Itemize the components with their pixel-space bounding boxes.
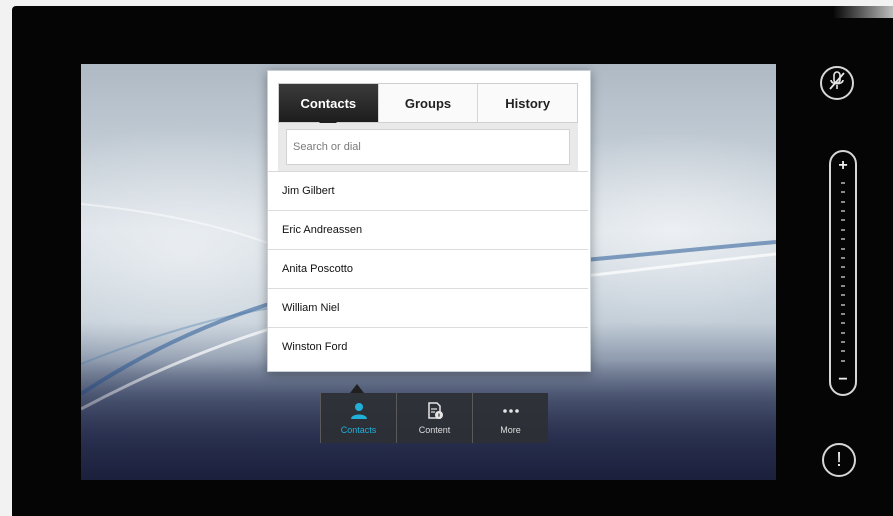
contact-list[interactable]: Jim Gilbert Eric Andreassen Anita Poscot… — [268, 171, 588, 362]
tab-groups[interactable]: Groups — [377, 84, 478, 122]
bottom-toolbar: Contacts Content More — [320, 384, 548, 443]
toolbar-pointer — [350, 384, 364, 393]
screen: Contacts Groups History Jim Gilbert Er — [81, 64, 776, 480]
more-dots-icon — [502, 402, 520, 420]
microphone-muted-icon — [828, 70, 846, 96]
contact-name: Winston Ford — [282, 341, 348, 353]
document-info-icon — [426, 401, 444, 420]
tab-contacts[interactable]: Contacts — [279, 84, 378, 131]
contact-name: Anita Poscotto — [282, 263, 353, 275]
contacts-panel: Contacts Groups History Jim Gilbert Er — [267, 70, 591, 372]
volume-slider[interactable]: + − — [829, 150, 857, 396]
volume-down-icon[interactable]: − — [831, 372, 855, 388]
volume-level-ticks — [841, 182, 845, 362]
contacts-button[interactable]: Contacts — [320, 393, 396, 443]
list-item[interactable]: Anita Poscotto — [268, 250, 588, 289]
exclamation-icon: ! — [836, 449, 842, 471]
list-item[interactable]: William Niel — [268, 289, 588, 328]
mute-button[interactable] — [820, 66, 854, 100]
alert-button[interactable]: ! — [822, 443, 856, 477]
contact-name: William Niel — [282, 302, 340, 314]
content-button[interactable]: Content — [396, 393, 472, 443]
list-item[interactable]: Jim Gilbert — [268, 172, 588, 211]
search-input[interactable] — [286, 129, 570, 165]
volume-up-icon[interactable]: + — [831, 158, 855, 174]
contact-name: Jim Gilbert — [282, 185, 335, 197]
device-bezel: Contacts Groups History Jim Gilbert Er — [12, 6, 893, 516]
tab-bar: Contacts Groups History — [278, 83, 578, 131]
person-icon — [350, 402, 368, 420]
more-button[interactable]: More — [472, 393, 548, 443]
list-item[interactable]: Winston Ford — [268, 328, 588, 362]
list-item[interactable]: Eric Andreassen — [268, 211, 588, 250]
content-button-label: Content — [418, 424, 451, 435]
contacts-button-label: Contacts — [340, 424, 377, 435]
tab-groups-label: Groups — [404, 95, 452, 111]
tab-history[interactable]: History — [477, 84, 577, 122]
contact-name: Eric Andreassen — [282, 224, 363, 236]
bezel-highlight — [833, 6, 893, 18]
more-button-label: More — [500, 424, 521, 435]
tab-contacts-label: Contacts — [300, 95, 357, 111]
tab-history-label: History — [505, 95, 551, 111]
search-bar — [278, 123, 578, 171]
